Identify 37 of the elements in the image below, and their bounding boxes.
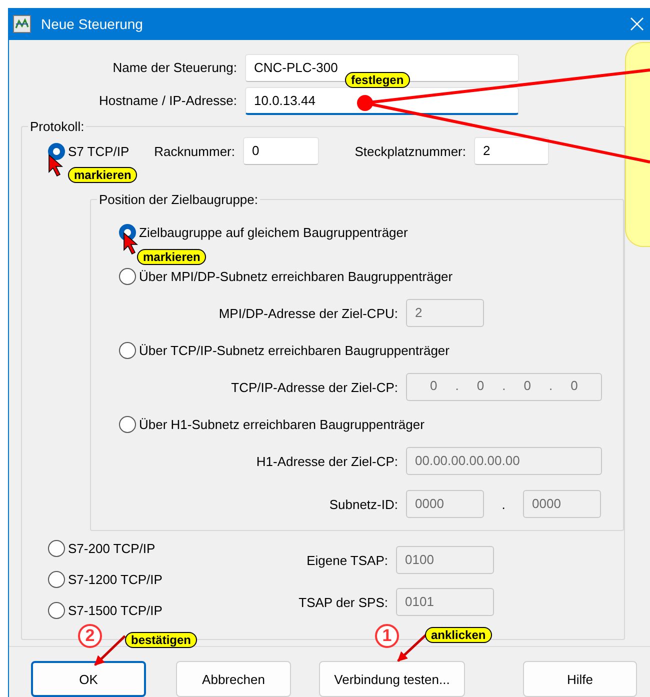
annotation-badge: anklicken — [425, 627, 492, 643]
field-label: Steckplatznummer: — [354, 144, 467, 158]
radio-button[interactable]: S7-1200 TCP/IP — [48, 571, 162, 588]
dialog-button[interactable]: Abbrechen — [176, 661, 291, 697]
field-label: H1-Adresse der Ziel-CP: — [255, 454, 399, 468]
close-icon — [630, 17, 644, 31]
field-label: Name der Steuerung: — [112, 60, 238, 75]
cursor-icon — [124, 232, 138, 255]
input-field[interactable]: 2 — [474, 137, 549, 165]
dialog-button[interactable]: Hilfe — [523, 661, 637, 697]
app-icon — [13, 15, 31, 33]
group-label: Protokoll: — [29, 119, 86, 134]
annotation-badge: markieren — [137, 249, 206, 265]
arrow — [94, 635, 126, 666]
radio-button[interactable]: Über H1-Subnetz erreichbaren Baugruppenträger — [119, 416, 424, 432]
field-label: Eigene TSAP: — [306, 552, 389, 568]
radio-button[interactable]: S7-1500 TCP/IP — [48, 602, 162, 619]
window-title: Neue Steuerung — [41, 16, 144, 32]
group-label: Position der Zielbaugruppe: — [98, 192, 259, 207]
annotation-badge: markieren — [68, 167, 138, 183]
field-label: Racknummer: — [153, 144, 236, 158]
dialog-button[interactable]: Verbindung testen... — [319, 661, 465, 697]
field-label: TSAP der SPS: — [298, 594, 389, 610]
separator-dot: . — [500, 496, 506, 512]
cursor-icon — [48, 154, 64, 177]
radio-button[interactable]: Über MPI/DP-Subnetz erreichbaren Baugruppenträger — [119, 268, 453, 284]
annotation-badge: festlegen — [345, 72, 410, 88]
field-label: Hostname / IP-Adresse: — [98, 93, 238, 108]
field-label: Subnetz-ID: — [328, 496, 399, 512]
dialog-button[interactable]: OK — [31, 661, 146, 697]
radio-button[interactable]: S7-200 TCP/IP — [48, 540, 156, 557]
field-label: MPI/DP-Adresse der Ziel-CPU: — [218, 306, 399, 320]
input-field[interactable]: 0 — [243, 137, 319, 165]
field-label: TCP/IP-Adresse der Ziel-CP: — [230, 380, 399, 394]
annotation-badge: bestätigen — [125, 632, 198, 648]
radio-button[interactable]: Über TCP/IP-Subnetz erreichbaren Baugruppenträger — [119, 342, 450, 358]
marker-dot — [357, 95, 373, 111]
